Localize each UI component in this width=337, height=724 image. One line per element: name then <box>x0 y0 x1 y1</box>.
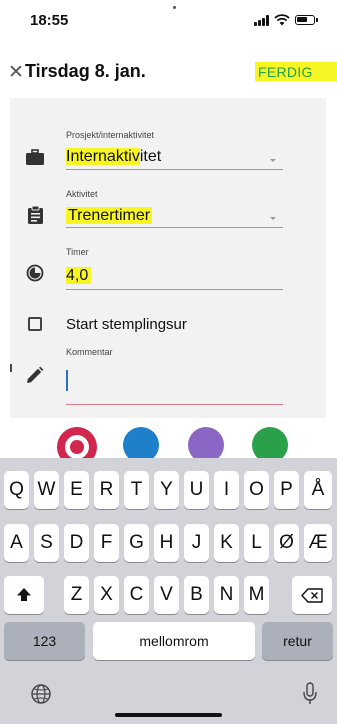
shift-arrow-icon <box>17 588 31 601</box>
key-i[interactable]: I <box>214 471 239 509</box>
key-g[interactable]: G <box>124 524 149 562</box>
activity-dropdown-arrow-icon[interactable] <box>270 217 276 220</box>
hours-label: Timer <box>66 247 89 257</box>
key-m[interactable]: M <box>244 576 269 614</box>
key-a[interactable]: A <box>4 524 29 562</box>
edge-mark <box>10 364 12 372</box>
keyboard: Q W E R T Y U I O P Å A S D F G H J K L … <box>0 458 337 724</box>
key-ae[interactable]: Æ <box>304 524 332 562</box>
key-l[interactable]: L <box>244 524 269 562</box>
start-stopwatch-checkbox[interactable] <box>28 317 42 331</box>
hours-underline <box>66 289 283 290</box>
comment-underline <box>66 404 283 405</box>
comment-input[interactable] <box>66 366 283 402</box>
start-stopwatch-label[interactable]: Start stemplingsur <box>66 316 187 333</box>
battery-icon <box>295 15 318 25</box>
key-r[interactable]: R <box>94 471 119 509</box>
activity-label: Aktivitet <box>66 189 98 199</box>
project-underline <box>66 169 283 170</box>
home-indicator <box>115 713 222 717</box>
selected-core <box>70 440 84 454</box>
activity-value: Trenertimer <box>66 207 153 224</box>
key-w[interactable]: W <box>34 471 59 509</box>
project-dropdown-arrow-icon[interactable] <box>270 159 276 162</box>
key-n[interactable]: N <box>214 576 239 614</box>
numbers-key[interactable]: 123 <box>4 622 85 660</box>
key-aa[interactable]: Å <box>304 471 332 509</box>
shift-key[interactable] <box>4 576 44 614</box>
cellular-signal-icon <box>254 14 269 26</box>
briefcase-icon <box>25 147 45 167</box>
key-t[interactable]: T <box>124 471 149 509</box>
project-select[interactable]: Internaktivitet <box>66 148 161 166</box>
key-e[interactable]: E <box>64 471 89 509</box>
key-p[interactable]: P <box>274 471 299 509</box>
key-h[interactable]: H <box>154 524 179 562</box>
pencil-icon <box>25 365 45 385</box>
microphone-icon[interactable] <box>302 682 318 706</box>
clipboard-icon <box>25 205 45 225</box>
backspace-icon <box>301 587 323 603</box>
comment-label: Kommentar <box>66 347 113 357</box>
key-f[interactable]: F <box>94 524 119 562</box>
hours-input[interactable]: 4,0 <box>66 267 92 285</box>
key-v[interactable]: V <box>154 576 179 614</box>
key-y[interactable]: Y <box>154 471 179 509</box>
key-o[interactable]: O <box>244 471 269 509</box>
key-c[interactable]: C <box>124 576 149 614</box>
globe-icon[interactable] <box>30 683 52 705</box>
hours-value: 4,0 <box>66 267 92 284</box>
backspace-key[interactable] <box>292 576 332 614</box>
text-cursor <box>66 370 68 391</box>
page-title: Tirsdag 8. jan. <box>25 61 146 81</box>
key-k[interactable]: K <box>214 524 239 562</box>
project-value-highlighted: Internaktiv <box>66 148 140 165</box>
key-oe[interactable]: Ø <box>274 524 299 562</box>
activity-select[interactable]: Trenertimer <box>66 207 153 225</box>
status-time: 18:55 <box>30 12 69 29</box>
key-s[interactable]: S <box>34 524 59 562</box>
key-d[interactable]: D <box>64 524 89 562</box>
status-indicator-dot <box>173 6 176 9</box>
status-icons <box>254 14 318 26</box>
close-icon[interactable]: ✕ <box>8 63 24 82</box>
key-x[interactable]: X <box>94 576 119 614</box>
timer-icon <box>25 263 45 283</box>
done-button[interactable]: FERDIG <box>255 62 337 81</box>
project-value-rest: itet <box>139 148 162 165</box>
key-j[interactable]: J <box>184 524 209 562</box>
space-key[interactable]: mellomrom <box>93 622 255 660</box>
return-key[interactable]: retur <box>262 622 333 660</box>
key-b[interactable]: B <box>184 576 209 614</box>
key-z[interactable]: Z <box>64 576 89 614</box>
activity-underline <box>66 227 283 228</box>
project-label: Prosjekt/internaktivitet <box>66 130 155 140</box>
key-q[interactable]: Q <box>4 471 29 509</box>
key-u[interactable]: U <box>184 471 209 509</box>
wifi-icon <box>274 14 290 26</box>
